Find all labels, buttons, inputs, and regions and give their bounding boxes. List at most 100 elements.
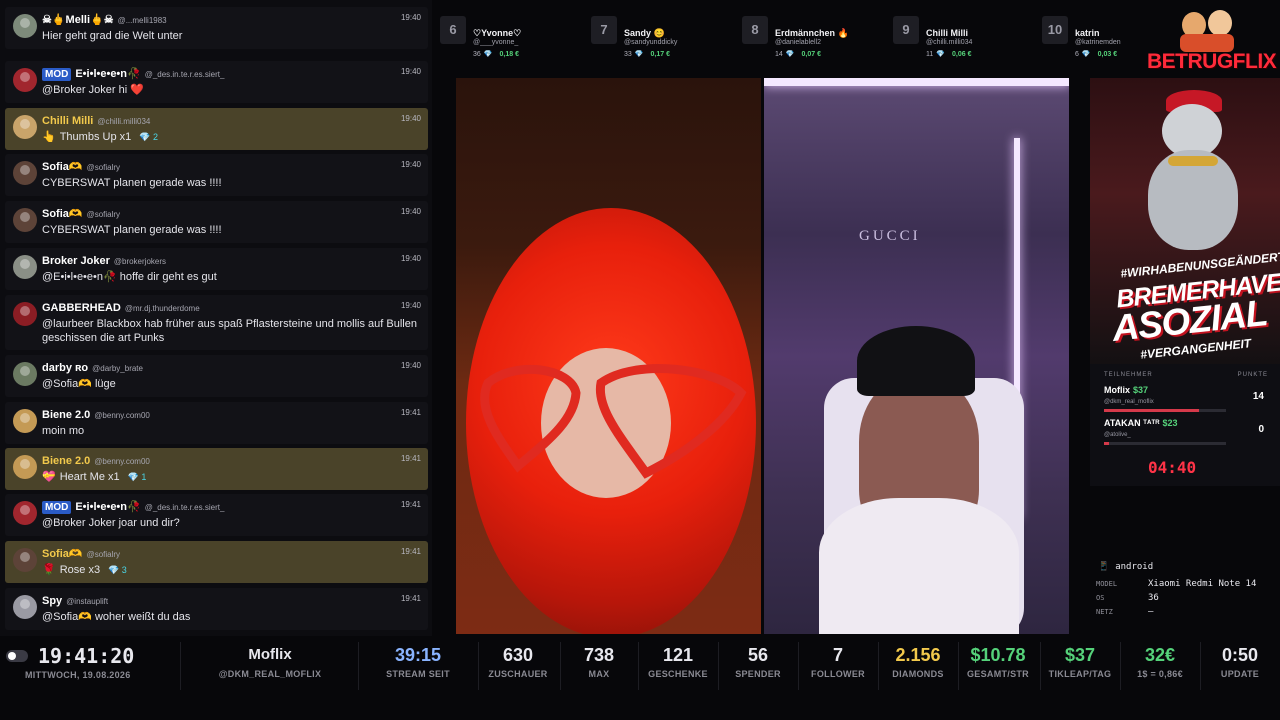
rose-gift-icon: 🌹 <box>42 564 56 576</box>
stat-label: 1$ = 0,86€ <box>1137 669 1183 679</box>
video-feed-left <box>456 78 761 634</box>
chat-handle: @brokerjokers <box>113 257 167 266</box>
stat-value: 7 <box>832 645 843 665</box>
stats-bar: 19:41:20 MITTWOCH, 19.08.2026 Moflix @DK… <box>0 636 1280 720</box>
chat-handle: @chilli.milli034 <box>97 117 151 126</box>
leaderboard-entry: 7 Sandy 😊 @sandyunddicky 33 💎 0,17 € <box>587 16 735 72</box>
rank-number: 8 <box>742 16 768 44</box>
chat-username[interactable]: Broker Joker <box>42 255 110 267</box>
chat-username[interactable]: E•i•l•e•e•n🥀 <box>75 68 140 80</box>
chat-text: @E•i•l•e•e•n🥀 hoffe dir geht es gut <box>42 271 217 283</box>
stat-stream-time: 39:15 STREAM SEIT <box>368 644 468 692</box>
avatar <box>13 115 37 139</box>
chat-username[interactable]: darby ʀᴏ <box>42 362 88 374</box>
toggle-switch[interactable] <box>6 650 28 662</box>
gifter-leaderboard: 6 ♡Yvonne♡ @___yvonne_ 36 💎 0,18 € 7 Sandy… <box>432 0 1121 78</box>
chat-message: MOD E•i•l•e•e•n🥀 @_des.in.te.r.es.siert_ 1… <box>5 61 428 103</box>
avatar <box>13 14 37 38</box>
participants-header: TEILNEHMER <box>1104 372 1153 378</box>
chat-text: @Sofia🫶 woher weißt du das <box>42 611 191 623</box>
chat-message: Sofia🫶 @sofialry 19:40 CYBERSWAT planen g… <box>5 154 428 196</box>
stat-value: 738 <box>583 645 615 665</box>
chat-handle: @...melli1983 <box>117 16 167 25</box>
diamond-count: 💎 3 <box>108 565 127 575</box>
chat-username[interactable]: Sofia🫶 <box>42 548 83 560</box>
chat-username[interactable]: ☠🖕Melli🖕☠ <box>42 14 114 26</box>
avatar <box>13 255 37 279</box>
leaderboard-name: Erdmännchen 🔥 <box>775 28 849 38</box>
progress-fill <box>1104 442 1109 445</box>
participant-row: ATAKAN ᵀᴬᵀᴿ $23 @atolive_ 0 <box>1104 418 1274 454</box>
gucci-sign: GUCCI <box>859 228 921 244</box>
chat-username[interactable]: Chilli Milli <box>42 115 93 127</box>
chat-username[interactable]: Biene 2.0 <box>42 455 90 467</box>
leaderboard-handle: @chilli.milli034 <box>926 39 973 46</box>
chat-handle: @_des.in.te.r.es.siert_ <box>144 70 225 79</box>
logo-characters-icon <box>1180 6 1236 52</box>
points-header: PUNKTE <box>1237 372 1268 378</box>
participant-name: ATAKAN ᵀᴬᵀᴿ <box>1104 418 1160 428</box>
chat-message: Biene 2.0 @benny.com00 19:41 moin mo <box>5 402 428 444</box>
chat-username[interactable]: GABBERHEAD <box>42 302 121 314</box>
progress-fill <box>1104 409 1200 412</box>
leaderboard-handle: @danielablell2 <box>775 39 822 46</box>
chat-handle: @sofialry <box>86 210 121 219</box>
chat-gift-message: Chilli Milli @chilli.milli034 19:40 👆 Thum… <box>5 108 428 150</box>
stat-label: UPDATE <box>1220 669 1260 679</box>
device-row: MODEL Xiaomi Redmi Note 14 <box>1096 579 1276 594</box>
progress-bar <box>1104 409 1226 412</box>
chat-username[interactable]: Sofia🫶 <box>42 161 83 173</box>
avatar <box>13 595 37 619</box>
heart-glasses-icon <box>480 364 747 479</box>
streamer-info: Moflix @DKM_REAL_MOFLIX <box>190 644 350 692</box>
cap-shape <box>857 326 975 396</box>
chat-handle: @sofialry <box>86 550 121 559</box>
rank-number: 7 <box>591 16 617 44</box>
chat-time: 19:41 <box>400 547 421 556</box>
diamond-icon: 💎 <box>785 51 795 58</box>
battle-scoreboard: TEILNEHMER PUNKTE Moflix $37 @dkm_real_mo… <box>1090 364 1280 486</box>
mod-badge: MOD <box>42 501 72 514</box>
chat-text: CYBERSWAT planen gerade was !!!! <box>42 224 222 236</box>
gift-count: 14 <box>775 51 783 58</box>
chat-time: 19:40 <box>400 67 421 76</box>
stat-viewers: 630 ZUSCHAUER <box>478 644 558 692</box>
stat-gifts: 121 GESCHENKE <box>638 644 718 692</box>
battle-timer: 04:40 <box>1148 458 1197 477</box>
gift-text: Thumbs Up x1 <box>59 131 132 143</box>
progress-bar <box>1104 442 1226 445</box>
shirt-shape <box>819 498 1019 634</box>
chat-handle: @benny.com00 <box>94 457 150 466</box>
device-value: 36 <box>1148 593 1159 603</box>
chat-username[interactable]: Biene 2.0 <box>42 409 90 421</box>
phone-icon: 📱 <box>1098 562 1110 572</box>
amount: 0,07 € <box>801 51 821 58</box>
participant-points: 0 <box>1258 424 1264 435</box>
right-panel: BETRUGFLIX #WIRHABENUNSGEÄNDERT BREMERHA… <box>1090 0 1280 636</box>
stat-value: 0:50 <box>1221 645 1259 665</box>
stat-label: GESAMT/STR <box>966 669 1029 679</box>
chat-username[interactable]: Spy <box>42 595 62 607</box>
chat-text: moin mo <box>42 425 85 437</box>
device-value: — <box>1148 607 1154 617</box>
diamond-count: 💎 2 <box>139 132 158 142</box>
device-info: 📱 android MODEL Xiaomi Redmi Note 14 OS 36 … <box>1090 556 1280 636</box>
chat-time: 19:40 <box>400 114 421 123</box>
stat-value: 630 <box>502 645 534 665</box>
neon-strip <box>764 78 1069 86</box>
rank-number: 10 <box>1042 16 1068 44</box>
streamer-handle: @DKM_REAL_MOFLIX <box>218 669 322 679</box>
chat-username[interactable]: Sofia🫶 <box>42 208 83 220</box>
chat-username[interactable]: E•i•l•e•e•n🥀 <box>75 501 140 513</box>
leaderboard-name: ♡Yvonne♡ <box>473 28 522 38</box>
chat-time: 19:40 <box>400 254 421 263</box>
participant-points: 14 <box>1252 391 1264 402</box>
stat-tikleap: $37 TIKLEAP/TAG <box>1040 644 1120 692</box>
stat-label: GESCHENKE <box>648 669 708 679</box>
device-key: OS <box>1096 594 1105 602</box>
stat-update: 0:50 UPDATE <box>1200 644 1280 692</box>
device-key: MODEL <box>1096 580 1118 588</box>
video-feed-right: GUCCI <box>764 78 1069 634</box>
avatar <box>13 161 37 185</box>
chat-text: Hier geht grad die Welt unter <box>42 30 183 42</box>
